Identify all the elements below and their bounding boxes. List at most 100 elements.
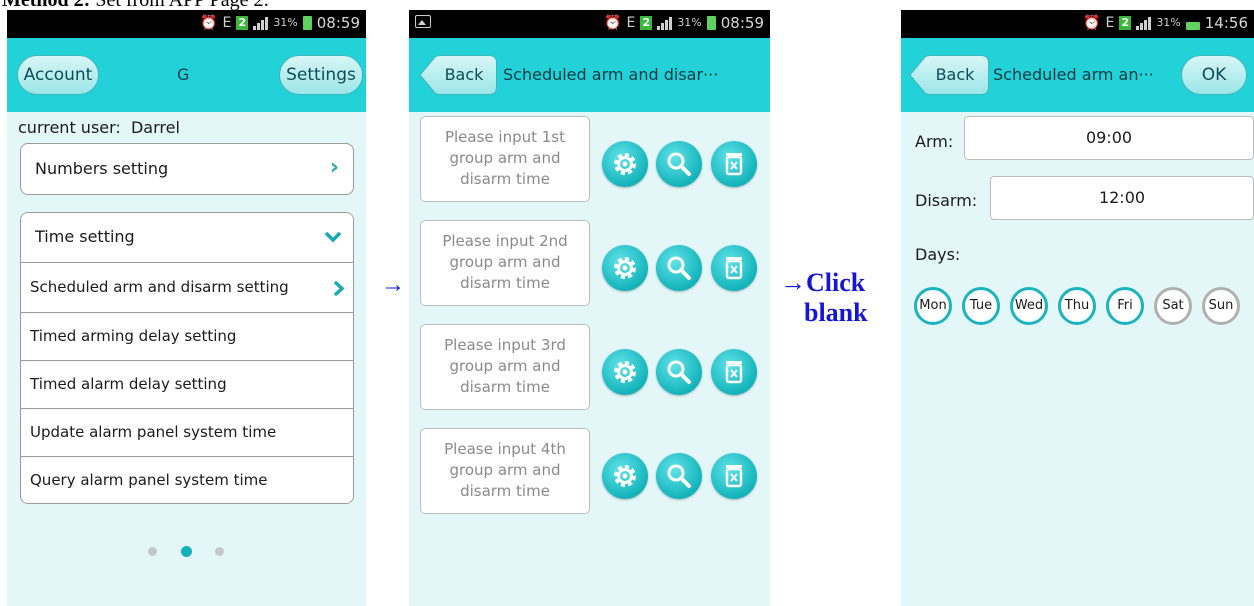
group-1-line-1: Please input 1st [444,128,566,146]
battery-icon [302,16,312,30]
group-3-line-1: Please input 3rd [444,336,566,354]
query-system-time-label: Query alarm panel system time [30,471,268,489]
group-2-settings-button[interactable] [602,245,648,291]
group-4-delete-button[interactable] [711,453,757,499]
battery-percent: 31% [677,16,702,29]
chevron-down-icon [325,232,341,243]
scheduled-arm-row[interactable]: Scheduled arm and disarm setting [21,263,353,313]
signal-icon [1136,16,1152,30]
current-user-label: current user: Darrel [18,118,180,137]
battery-percent: 31% [1156,16,1181,29]
page-dot[interactable] [148,547,157,556]
network-type-icon: E [222,15,232,31]
page-dot[interactable] [215,547,224,556]
title-bar: Account G Settings [7,38,366,112]
phone-screen-schedule-list: ⏰ E 2 31% 08:59 Back Scheduled arm and d… [409,10,770,606]
back-button[interactable]: Back [419,55,497,95]
days-label: Days: [915,245,961,264]
time-setting-row[interactable]: Time setting [21,213,353,263]
group-4-line-1: Please input 4th [444,440,566,458]
day-toggle-0[interactable]: Mon [914,287,952,325]
page-dot-active[interactable] [181,546,192,557]
group-2-search-button[interactable] [656,245,702,291]
sim-icon: 2 [640,16,653,30]
back-label: Back [444,65,484,84]
sim-icon: 2 [1119,16,1132,30]
click-note-line-1: →Click [780,268,866,297]
group-3-settings-button[interactable] [602,349,648,395]
day-toggle-3[interactable]: Thu [1058,287,1096,325]
page-indicator [144,545,234,557]
group-1-line-2: group arm and [449,149,561,167]
numbers-setting-row[interactable]: Numbers setting › [20,143,354,195]
group-4-settings-button[interactable] [602,453,648,499]
gear-icon [614,257,636,279]
back-button[interactable]: Back [909,55,989,95]
arm-label: Arm: [915,132,954,151]
time-setting-group: Time setting Scheduled arm and disarm se… [20,212,354,504]
status-bar: ⏰ E 2 31% 14:56 [901,10,1254,38]
screen-title: Scheduled arm and disar··· [503,65,719,84]
clock: 08:59 [316,14,360,32]
status-bar: ⏰ E 2 31% 08:59 [409,10,770,38]
trash-icon [725,257,743,280]
day-toggle-2[interactable]: Wed [1010,287,1048,325]
status-bar: ⏰ E 2 31% 08:59 [7,10,366,38]
trash-icon [725,465,743,488]
phone-screen-schedule-edit: ⏰ E 2 31% 14:56 Back Scheduled arm an···… [901,10,1254,606]
group-3-search-button[interactable] [656,349,702,395]
group-4-time-input[interactable]: Please input 4th group arm and disarm ti… [420,428,590,514]
group-3-delete-button[interactable] [711,349,757,395]
sim-icon: 2 [236,16,249,30]
gear-icon [614,153,636,175]
chevron-right-icon [334,281,345,296]
signal-icon [253,16,269,30]
gear-icon [614,361,636,383]
account-button[interactable]: Account [17,55,99,95]
battery-icon [706,16,716,30]
day-toggle-4[interactable]: Fri [1106,287,1144,325]
group-4-search-button[interactable] [656,453,702,499]
group-1-delete-button[interactable] [711,141,757,187]
timed-arming-delay-row[interactable]: Timed arming delay setting [21,313,353,361]
arrow-to-screen-2: → [381,272,405,298]
clock: 08:59 [720,14,764,32]
back-label: Back [935,65,975,84]
numbers-setting-label: Numbers setting [35,159,169,178]
instruction-heading: Method 2: Set from APP Page 2: [2,0,269,10]
alarm-clock-icon: ⏰ [200,15,218,31]
query-system-time-row[interactable]: Query alarm panel system time [21,457,353,503]
group-1-search-button[interactable] [656,141,702,187]
search-icon [667,256,691,280]
group-1-time-input[interactable]: Please input 1st group arm and disarm ti… [420,116,590,202]
day-toggle-1[interactable]: Tue [962,287,1000,325]
group-2-line-2: group arm and [449,253,561,271]
center-title: G [177,65,190,84]
group-2-line-3: disarm time [460,274,550,292]
search-icon [667,360,691,384]
ok-button[interactable]: OK [1181,55,1247,95]
title-bar: Back Scheduled arm and disar··· [409,38,770,112]
title-bar: Back Scheduled arm an··· OK [901,38,1254,112]
disarm-time-field[interactable]: 12:00 [990,176,1254,220]
timed-alarm-delay-row[interactable]: Timed alarm delay setting [21,361,353,409]
day-toggle-5[interactable]: Sat [1154,287,1192,325]
update-system-time-row[interactable]: Update alarm panel system time [21,409,353,457]
trash-icon [725,361,743,384]
gallery-notification-icon [415,15,431,28]
group-1-settings-button[interactable] [602,141,648,187]
clock: 14:56 [1204,14,1248,32]
gear-icon [614,465,636,487]
group-3-line-3: disarm time [460,378,550,396]
phone-screen-settings: ⏰ E 2 31% 08:59 Account G Settings curre… [7,10,366,606]
group-3-time-input[interactable]: Please input 3rd group arm and disarm ti… [420,324,590,410]
time-setting-label: Time setting [35,227,135,246]
arm-time-field[interactable]: 09:00 [964,116,1254,160]
scheduled-arm-label: Scheduled arm and disarm setting [30,278,289,296]
day-toggle-6[interactable]: Sun [1202,287,1240,325]
group-2-time-input[interactable]: Please input 2nd group arm and disarm ti… [420,220,590,306]
settings-button[interactable]: Settings [279,55,363,95]
group-2-delete-button[interactable] [711,245,757,291]
update-system-time-label: Update alarm panel system time [30,423,277,441]
screen-title: Scheduled arm an··· [993,65,1154,84]
